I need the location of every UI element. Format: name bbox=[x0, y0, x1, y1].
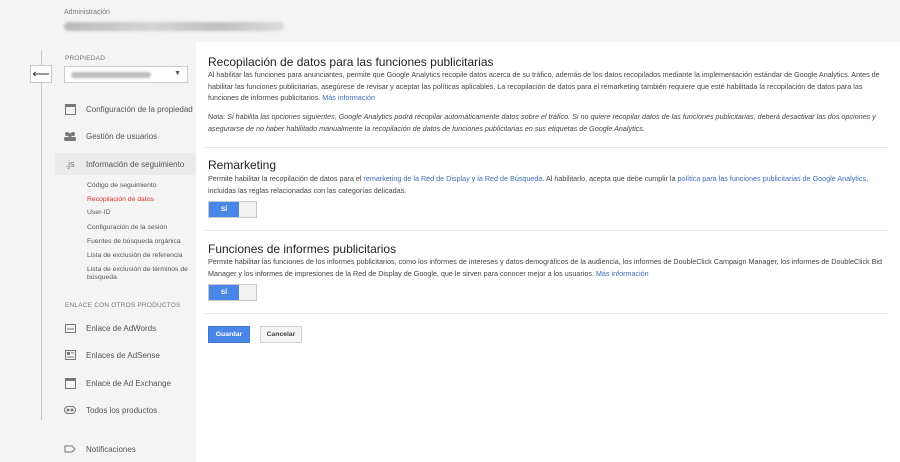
sidebar-item-label: Notificaciones bbox=[86, 444, 136, 454]
sidebar-item-label: Enlace de Ad Exchange bbox=[86, 378, 171, 388]
sidebar-item-label: Información de seguimiento bbox=[86, 159, 185, 169]
sidebar-item-property-settings[interactable]: Configuración de la propiedad bbox=[64, 103, 193, 115]
sidebar-item-tracking-info[interactable]: .js Información de seguimiento bbox=[55, 153, 196, 175]
adsense-icon bbox=[64, 349, 76, 361]
sub-item-session-settings[interactable]: Configuración de la sesión bbox=[87, 224, 167, 232]
back-arrow-icon[interactable]: ⟵ bbox=[30, 65, 52, 83]
sidebar-item-label: Enlace de AdWords bbox=[86, 323, 157, 333]
sidebar-item-user-management[interactable]: Gestión de usuarios bbox=[64, 130, 157, 142]
account-name-redacted[interactable] bbox=[64, 22, 284, 31]
adwords-icon bbox=[64, 322, 76, 334]
intro-paragraph: Al habilitar las funciones para anuncian… bbox=[208, 69, 888, 104]
sidebar-item-label: Gestión de usuarios bbox=[86, 131, 158, 141]
property-select[interactable]: ▼ bbox=[64, 66, 188, 83]
divider bbox=[205, 230, 888, 231]
property-name-redacted bbox=[71, 72, 151, 78]
remarketing-paragraph: Permite habilitar la recopilación de dat… bbox=[208, 173, 888, 196]
reports-toggle[interactable]: SÍ bbox=[208, 284, 257, 301]
products-section-label: ENLACE CON OTROS PRODUCTOS bbox=[65, 302, 181, 309]
document-icon bbox=[64, 103, 76, 115]
divider bbox=[205, 313, 888, 314]
property-label: PROPIEDAD bbox=[65, 55, 106, 62]
top-bar: Administración bbox=[0, 0, 900, 42]
sidebar-item-label: Todos los productos bbox=[86, 405, 158, 415]
sub-item-search-term-exclusion[interactable]: Lista de exclusión de términos de búsque… bbox=[87, 266, 188, 282]
sub-item-organic-sources[interactable]: Fuentes de búsqueda orgánica bbox=[87, 238, 181, 246]
sub-item-user-id[interactable]: User-ID bbox=[87, 209, 110, 217]
remarketing-text-2: . Al habilitarlo, acepta que debe cumpli… bbox=[542, 174, 676, 183]
reports-text-1: Permite habilitar las funciones de los i… bbox=[208, 257, 830, 266]
remarketing-toggle[interactable]: SÍ bbox=[208, 201, 257, 218]
link-icon bbox=[64, 404, 76, 416]
toggle-on-label: SÍ bbox=[209, 285, 239, 300]
divider bbox=[205, 147, 888, 148]
note-paragraph: Nota: Si habilita las opciones siguiente… bbox=[208, 111, 888, 134]
remarketing-network-link[interactable]: remarketing de la Red de Display y la Re… bbox=[363, 174, 542, 183]
js-icon: .js bbox=[65, 159, 75, 169]
page-title: Recopilación de datos para las funciones… bbox=[208, 55, 494, 69]
sub-item-label-line-1: Lista de exclusión de términos de bbox=[87, 266, 188, 273]
note-text-1: Si habilita las opciones siguientes, Goo… bbox=[227, 112, 840, 121]
more-info-link[interactable]: Más información bbox=[322, 93, 375, 102]
sidebar-item-label: Configuración de la propiedad bbox=[86, 104, 193, 114]
analytics-link[interactable]: Analytics bbox=[837, 174, 866, 183]
reports-more-info-link[interactable]: Más información bbox=[596, 269, 649, 278]
chevron-down-icon: ▼ bbox=[174, 70, 181, 77]
remarketing-text-1: Permite habilitar la recopilación de dat… bbox=[208, 174, 362, 183]
sidebar-item-adwords[interactable]: Enlace de AdWords bbox=[64, 322, 156, 334]
sidebar-item-all-products[interactable]: Todos los productos bbox=[64, 404, 157, 416]
cancel-button[interactable]: Cancelar bbox=[260, 326, 302, 343]
reports-title: Funciones de informes publicitarios bbox=[208, 242, 397, 256]
users-icon bbox=[64, 130, 76, 142]
reports-paragraph: Permite habilitar las funciones de los i… bbox=[208, 256, 888, 279]
sub-item-label-line-2: búsqueda bbox=[87, 274, 117, 281]
sub-item-tracking-code[interactable]: Código de seguimiento bbox=[87, 182, 157, 190]
sub-item-data-collection[interactable]: Recopilación de datos bbox=[87, 196, 154, 204]
sidebar-item-label: Enlaces de AdSense bbox=[86, 350, 160, 360]
remarketing-title: Remarketing bbox=[208, 158, 277, 172]
notifications-icon bbox=[64, 443, 76, 455]
sidebar-item-adsense[interactable]: Enlaces de AdSense bbox=[64, 349, 160, 361]
sub-item-referral-exclusion[interactable]: Lista de exclusión de referencia bbox=[87, 252, 183, 260]
intro-text-1: Al habilitar las funciones para anuncian… bbox=[208, 70, 818, 79]
save-button[interactable]: Guardar bbox=[208, 326, 250, 343]
note-prefix: Nota: bbox=[208, 112, 226, 121]
advertising-policy-link[interactable]: política para las funciones publicitaria… bbox=[677, 174, 835, 183]
ad-exchange-icon bbox=[64, 377, 76, 389]
sidebar-item-notifications[interactable]: Notificaciones bbox=[64, 443, 136, 455]
sidebar-item-ad-exchange[interactable]: Enlace de Ad Exchange bbox=[64, 377, 171, 389]
toggle-on-label: SÍ bbox=[209, 202, 239, 217]
sidebar-divider bbox=[41, 50, 42, 420]
admin-label: Administración bbox=[64, 9, 110, 16]
